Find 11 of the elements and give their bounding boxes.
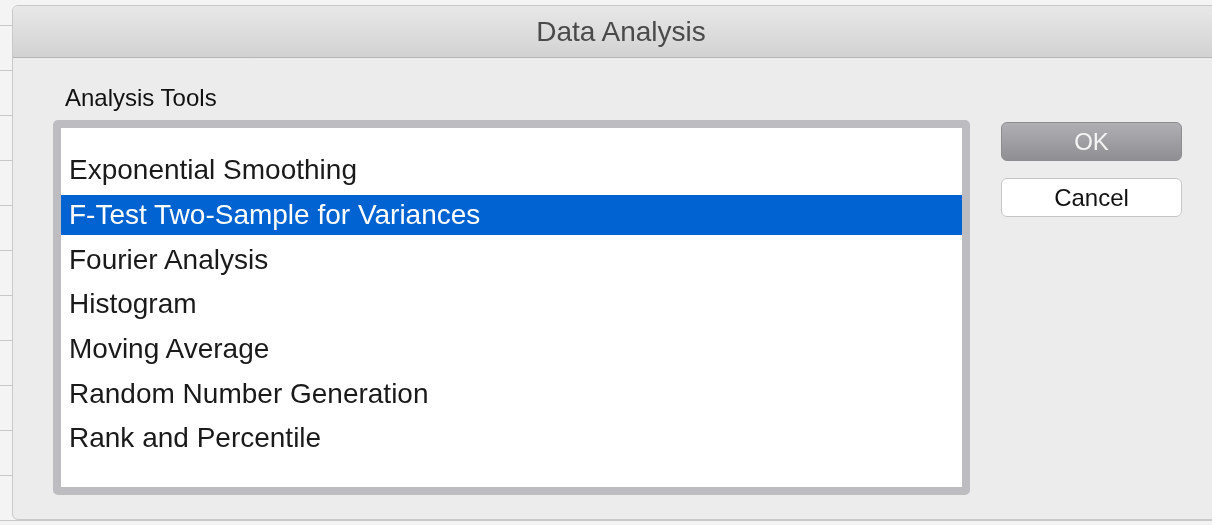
list-item[interactable]: Exponential Smoothing [61,148,962,193]
list-item[interactable]: Rank and Percentile [61,416,962,462]
cancel-button[interactable]: Cancel [1001,178,1182,217]
list-item[interactable]: F-Test Two-Sample for Variances [61,194,962,235]
list-item[interactable]: Random Number Generation [61,371,962,417]
window-title: Data Analysis [536,15,706,48]
list-item[interactable]: Fourier Analysis [61,237,962,283]
analysis-tools-list[interactable]: Exponential Smoothing F-Test Two-Sample for Variances Fourier Analysis Histogram Moving Average Random Number Generation Rank and Percentile [53,120,970,495]
list-item[interactable]: Moving Average [61,327,962,372]
list-label: Analysis Tools [65,84,218,112]
list-item[interactable]: Histogram [61,282,962,328]
